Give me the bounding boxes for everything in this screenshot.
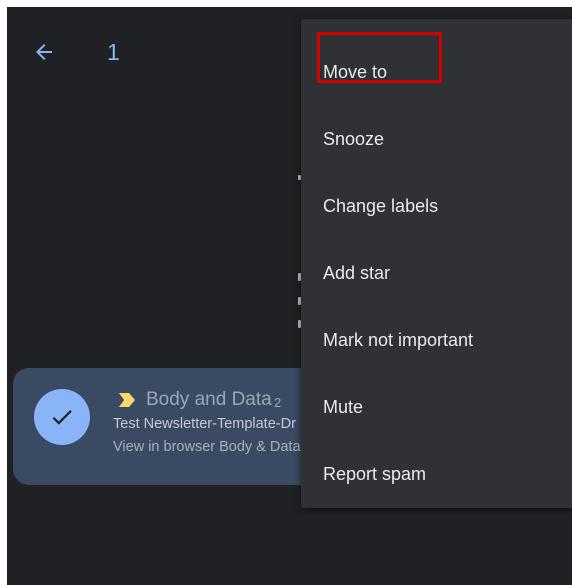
important-marker-icon[interactable] (119, 393, 135, 407)
overflow-menu: Move to Snooze Change labels Add star Ma… (301, 19, 572, 508)
arrow-back-icon (36, 44, 52, 60)
menu-item-change-labels[interactable]: Change labels (323, 196, 438, 217)
menu-item-add-star[interactable]: Add star (323, 263, 390, 284)
menu-item-mute[interactable]: Mute (323, 397, 363, 418)
email-app-screen: 1 Body and Data 2 Test Newsletter-Templa… (7, 7, 572, 585)
menu-item-snooze[interactable]: Snooze (323, 129, 384, 150)
menu-item-move-to[interactable]: Move to (323, 62, 387, 83)
checkmark-icon (52, 410, 72, 425)
menu-item-report-spam[interactable]: Report spam (323, 464, 426, 485)
email-subject: Test Newsletter-Template-Dr (113, 416, 296, 432)
selected-count: 1 (107, 39, 120, 65)
selection-avatar[interactable] (34, 389, 90, 445)
thread-count: 2 (274, 395, 282, 410)
sender-name: Body and Data (146, 389, 272, 410)
email-snippet: View in browser Body & Data (113, 439, 301, 455)
back-button[interactable] (27, 35, 61, 69)
menu-item-mark-not-important[interactable]: Mark not important (323, 330, 473, 351)
